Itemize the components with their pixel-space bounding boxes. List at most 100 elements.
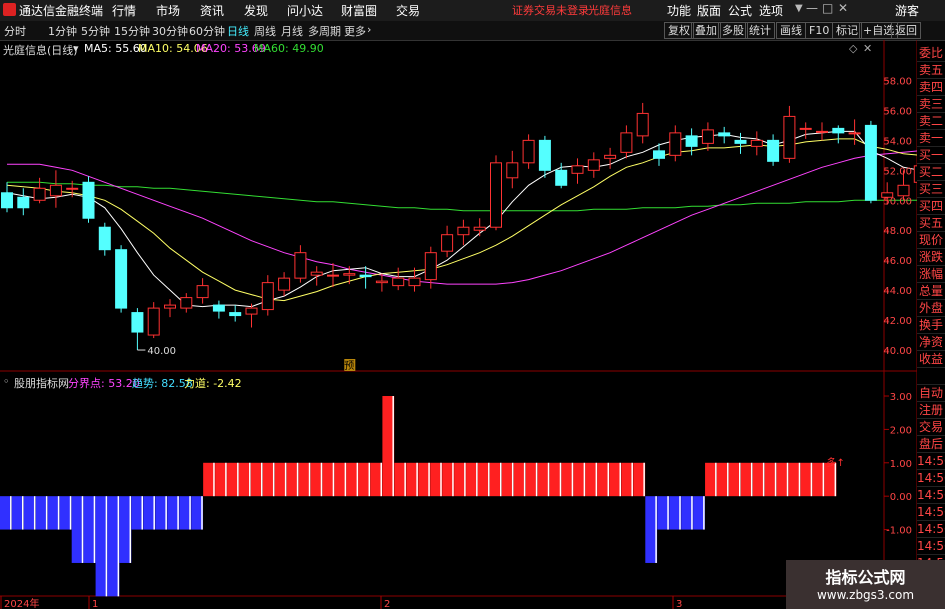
right-info-panel: 委比 卖五 卖四 卖三 卖二 卖一 买一 买二 买三 买四 买五 现价 涨跌 涨幅 总量 外盘 换手 净资 收益自动… <box>917 45 945 572</box>
indicator-bar <box>346 462 359 497</box>
indicator-bar <box>47 496 60 530</box>
right-panel-item[interactable]: 买五 <box>917 215 945 232</box>
candle-body-up <box>620 132 633 153</box>
right-panel-item[interactable]: 现价 <box>917 232 945 249</box>
indicator-bar <box>561 462 574 497</box>
right-panel-item[interactable]: 14:56 <box>917 453 945 470</box>
indicator-bar <box>155 496 168 530</box>
right-panel-item[interactable] <box>917 368 945 385</box>
right-panel-item[interactable]: 14:56 <box>917 470 945 487</box>
candle-body-up <box>701 129 714 144</box>
right-panel-item[interactable]: 14:56 <box>917 538 945 555</box>
candle-body-down <box>734 139 747 144</box>
right-panel-item[interactable]: 交易 <box>917 419 945 436</box>
candle-body-up <box>816 130 828 133</box>
candle-body-down <box>115 249 128 309</box>
candle-body-up <box>848 132 861 135</box>
right-panel-item[interactable]: 买四 <box>917 198 945 215</box>
right-panel-item[interactable]: 注册 <box>917 402 945 419</box>
indicator-bar <box>191 496 203 530</box>
ma10-line <box>6 138 917 302</box>
candle-body-up <box>180 297 193 309</box>
price-tick-label: 54.00 <box>883 136 912 147</box>
price-tick-label: 46.00 <box>883 256 912 267</box>
indicator-bar <box>239 462 251 497</box>
right-panel-item[interactable]: 卖一 <box>917 130 945 147</box>
right-panel-item[interactable]: 卖五 <box>917 62 945 79</box>
candle-body-down <box>864 124 877 201</box>
right-panel-item[interactable]: 买一 <box>917 147 945 164</box>
indicator-bar <box>657 496 670 530</box>
right-panel-item[interactable]: 14:56 <box>917 487 945 504</box>
right-panel-item[interactable]: 委比 <box>917 45 945 62</box>
indicator-bar <box>167 496 180 530</box>
right-panel-item[interactable]: 14:56 <box>917 521 945 538</box>
indicator-bar <box>478 462 490 497</box>
right-panel-item[interactable]: 换手 <box>917 317 945 334</box>
candle-body-up <box>164 304 176 309</box>
indicator-bar <box>406 462 419 497</box>
right-panel-item[interactable]: 盘后 <box>917 436 945 453</box>
right-panel-item[interactable]: 卖四 <box>917 79 945 96</box>
indicator-bar <box>250 462 263 497</box>
right-panel-item[interactable]: 14:56 <box>917 504 945 521</box>
candle-body-up <box>571 165 584 174</box>
indicator-bar <box>418 462 431 497</box>
indicator-bar <box>382 396 395 497</box>
kline-chart[interactable]: 58.00 56.00 54.00 52.00 50.00 48.00 46.00 44.00… <box>0 0 917 609</box>
indicator-bar <box>11 496 24 530</box>
indicator-tick-label: 0.00 <box>890 492 912 503</box>
indicator-bar <box>812 462 825 497</box>
indicator-bar <box>203 462 215 497</box>
candle-body-down <box>82 181 95 219</box>
indicator-bar <box>454 462 466 497</box>
candle-body-up <box>408 277 421 287</box>
right-panel-item[interactable]: 外盘 <box>917 300 945 317</box>
right-panel-item[interactable]: 涨跌 <box>917 249 945 266</box>
time-tick-label: 1 <box>92 599 98 609</box>
indicator-bar <box>0 496 12 530</box>
right-panel-item[interactable]: 净资 <box>917 334 945 351</box>
right-panel-item[interactable]: 卖二 <box>917 113 945 130</box>
indicator-bar <box>681 496 693 530</box>
indicator-tick-label: 2.00 <box>890 425 912 436</box>
indicator-bar <box>274 462 287 497</box>
candle-body-up <box>392 277 405 287</box>
right-panel-item[interactable]: 买三 <box>917 181 945 198</box>
candle-body-up <box>604 154 617 159</box>
candle-body-up <box>424 252 437 281</box>
indicator-bar <box>549 462 562 497</box>
right-panel-item[interactable]: 卖三 <box>917 96 945 113</box>
candle-body-down <box>17 196 30 209</box>
candle-body-up <box>310 271 323 276</box>
indicator-bar <box>764 462 777 497</box>
indicator-bar <box>286 462 299 497</box>
right-panel-item[interactable]: 涨幅 <box>917 266 945 283</box>
indicator-bar <box>215 462 227 497</box>
indicator-bar <box>693 496 705 530</box>
indicator-bar <box>358 462 371 497</box>
indicator-bar <box>59 496 72 530</box>
indicator-bar <box>800 462 813 497</box>
candle-body-down <box>98 226 111 251</box>
right-panel-item[interactable]: 买二 <box>917 164 945 181</box>
time-tick-label: 2 <box>384 599 390 609</box>
candle-body-up <box>147 307 160 336</box>
indicator-bar <box>633 462 646 497</box>
right-panel-item[interactable]: 收益 <box>917 351 945 368</box>
indicator-bar <box>752 462 765 497</box>
indicator-bar <box>310 462 323 497</box>
indicator-bar <box>740 462 753 497</box>
right-panel-item[interactable]: 总量 <box>917 283 945 300</box>
indicator-bar <box>669 496 681 530</box>
candle-body-up <box>441 234 454 252</box>
indicator-bar <box>262 462 275 497</box>
indicator-bar <box>466 462 478 497</box>
candle-body-down <box>359 274 372 278</box>
right-panel-item[interactable]: 自动 <box>917 385 945 402</box>
candle-body-up <box>294 252 307 279</box>
indicator-bar <box>370 462 383 497</box>
indicator-bar <box>788 462 801 497</box>
price-tick-label: 48.00 <box>883 226 912 237</box>
price-tick-label: 58.00 <box>883 76 912 87</box>
